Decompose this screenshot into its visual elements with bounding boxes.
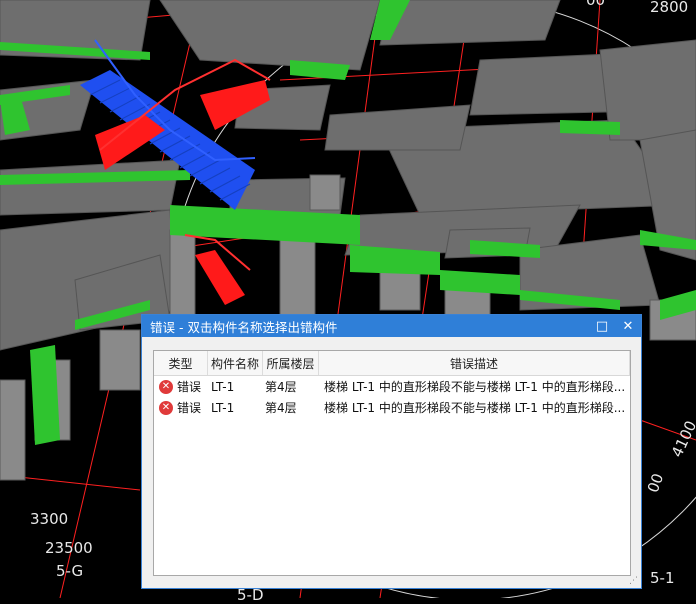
- cell-desc: 楼梯 LT-1 中的直形梯段不能与楼梯 LT-1 中的直形梯段...: [319, 376, 630, 397]
- axis-label-51: 5-1: [650, 569, 675, 587]
- cell-type: ✕ 错误: [154, 376, 208, 397]
- error-icon: ✕: [159, 400, 173, 415]
- error-row[interactable]: ✕ 错误 LT-1 第4层 楼梯 LT-1 中的直形梯段不能与楼梯 LT-1 中…: [154, 376, 630, 397]
- cell-type-text: 错误: [177, 401, 202, 415]
- dialog-title: 错误 - 双击构件名称选择出错构件: [150, 319, 338, 335]
- cell-floor: 第4层: [265, 401, 297, 415]
- error-dialog[interactable]: 错误 - 双击构件名称选择出错构件 □ ✕ 类型 构件名称 所属楼层 错误描述 …: [141, 314, 642, 589]
- cell-desc-text: 楼梯 LT-1 中的直形梯段不能与楼梯 LT-1 中的直形梯段...: [324, 401, 626, 415]
- cell-type-text: 错误: [177, 380, 202, 394]
- column-header-name[interactable]: 构件名称: [208, 351, 263, 375]
- dim-label-23500: 23500: [45, 539, 93, 557]
- dim-label-2800: 2800: [650, 0, 689, 16]
- dim-label-3300: 3300: [30, 510, 69, 528]
- error-list-header: 类型 构件名称 所属楼层 错误描述: [154, 351, 630, 376]
- dialog-titlebar[interactable]: 错误 - 双击构件名称选择出错构件 □ ✕: [142, 315, 641, 337]
- cell-name[interactable]: LT-1: [208, 376, 263, 397]
- error-icon: ✕: [159, 379, 173, 394]
- axis-label-5g: 5-G: [56, 562, 84, 580]
- maximize-button[interactable]: □: [589, 315, 615, 337]
- error-row[interactable]: ✕ 错误 LT-1 第4层 楼梯 LT-1 中的直形梯段不能与楼梯 LT-1 中…: [154, 397, 630, 418]
- dim-label-partial-top: 00: [586, 0, 606, 9]
- column-header-floor[interactable]: 所属楼层: [263, 351, 319, 375]
- error-list[interactable]: 类型 构件名称 所属楼层 错误描述 ✕ 错误 LT-1 第4层 楼梯 LT-1 …: [153, 350, 631, 576]
- column-header-desc[interactable]: 错误描述: [319, 351, 630, 375]
- cell-floor: 第4层: [265, 380, 297, 394]
- close-button[interactable]: ✕: [615, 315, 641, 337]
- cell-name[interactable]: LT-1: [208, 397, 263, 418]
- column-header-type[interactable]: 类型: [154, 351, 208, 375]
- cell-desc-text: 楼梯 LT-1 中的直形梯段不能与楼梯 LT-1 中的直形梯段...: [324, 380, 626, 394]
- cell-desc: 楼梯 LT-1 中的直形梯段不能与楼梯 LT-1 中的直形梯段...: [319, 397, 630, 418]
- cell-type: ✕ 错误: [154, 397, 208, 418]
- resize-grip-icon[interactable]: ⋰: [629, 576, 639, 586]
